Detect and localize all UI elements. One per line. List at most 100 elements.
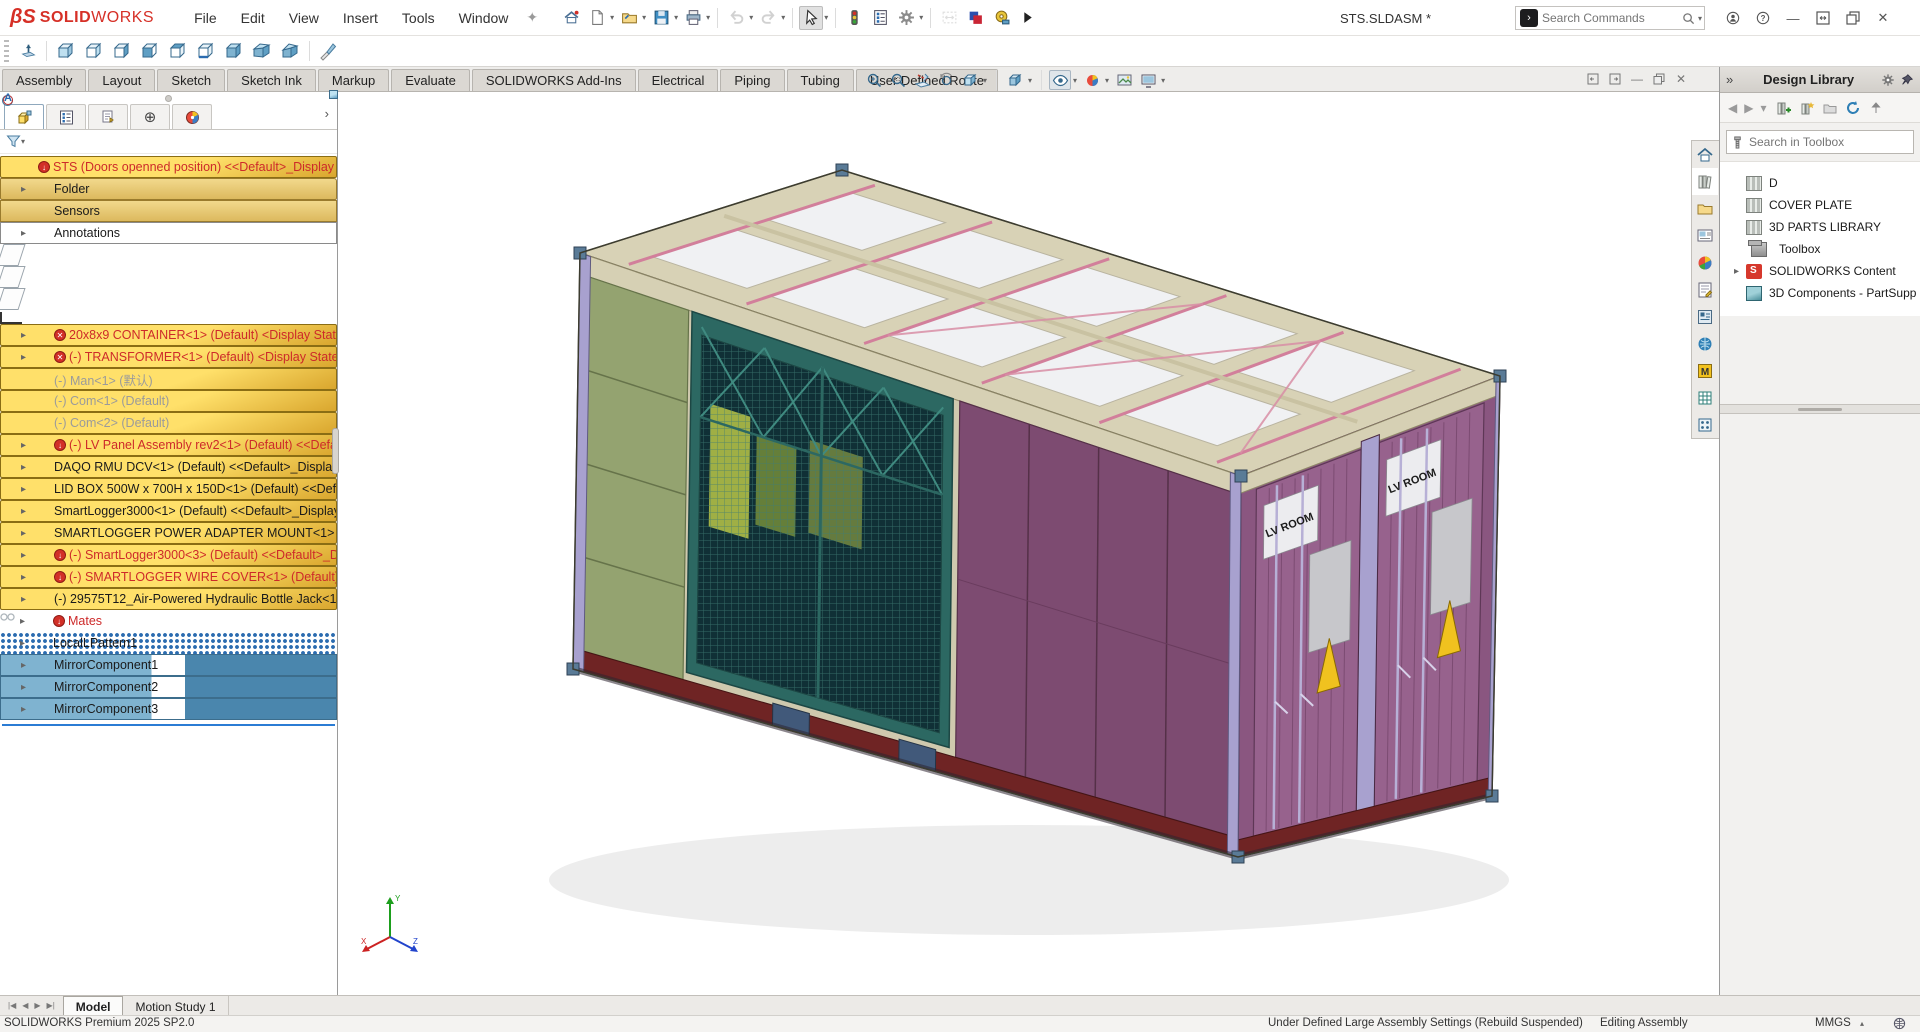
expand-arrow-icon[interactable]: ▸ xyxy=(21,330,34,341)
open-button[interactable] xyxy=(617,6,641,30)
edit-appearance-button[interactable] xyxy=(963,6,987,30)
custom-properties-taskpane-icon[interactable] xyxy=(1692,276,1718,303)
command-tab[interactable]: SOLIDWORKS Add-Ins xyxy=(472,69,636,91)
status-globe-icon[interactable] xyxy=(1893,1017,1906,1032)
file-explorer-taskpane-icon[interactable] xyxy=(1692,195,1718,222)
tree-item[interactable]: ▸ ✕ ↓ (-) Man<1> (默认) xyxy=(0,368,337,390)
section-view-button[interactable] xyxy=(911,70,933,90)
forward-button[interactable]: ▶ xyxy=(1744,101,1753,115)
expand-arrow-icon[interactable]: ▸ xyxy=(20,638,33,649)
expand-arrow-icon[interactable]: ▸ xyxy=(21,682,34,693)
tree-item[interactable]: ▸ ✕ ↓ Sensors xyxy=(0,200,337,222)
zoom-to-fit-button[interactable] xyxy=(863,70,885,90)
normal-to-view-button[interactable] xyxy=(16,39,40,63)
tree-item[interactable]: ▸ ✕ ↓ MirrorComponent2 xyxy=(0,676,337,698)
tree-item[interactable]: ▸ ✕ ↓ 20x8x9 CONTAINER<1> (Default) <Dis… xyxy=(0,324,337,346)
front-view-button[interactable] xyxy=(55,40,77,62)
search-toolbox-input[interactable] xyxy=(1749,135,1909,149)
menu-item[interactable]: Edit xyxy=(229,4,277,32)
search-commands-input[interactable] xyxy=(1542,11,1682,25)
document-close-button[interactable]: ✕ xyxy=(1673,71,1689,87)
tree-item[interactable]: ▸ ✕ ↓ (-) TRANSFORMER<1> (Default) <Disp… xyxy=(0,346,337,368)
command-tab[interactable]: Evaluate xyxy=(391,69,470,91)
help-button[interactable]: ? xyxy=(1748,3,1778,33)
tree-item[interactable]: ▸ ✕ ↓ Right Plane xyxy=(0,288,26,310)
command-tab[interactable]: Electrical xyxy=(638,69,719,91)
toolbox-search[interactable] xyxy=(1726,130,1914,154)
measure-tool-button[interactable] xyxy=(989,6,1013,30)
left-view-button[interactable] xyxy=(111,40,133,62)
library-item[interactable]: ▸ D xyxy=(1720,172,1920,194)
home-button[interactable] xyxy=(559,6,583,30)
dimension-tool-button[interactable] xyxy=(937,6,961,30)
units-caret-icon[interactable]: ▴ xyxy=(1860,1019,1864,1028)
edit-appearance-hud-button[interactable] xyxy=(1081,70,1103,90)
panel-expand-chevron-icon[interactable]: › xyxy=(317,104,337,129)
close-button[interactable]: ✕ xyxy=(1868,3,1898,33)
open-caret-icon[interactable]: ▾ xyxy=(642,13,646,22)
menu-item[interactable]: View xyxy=(277,4,331,32)
scroll-prev-icon[interactable]: ◀ xyxy=(20,1000,30,1011)
menu-item[interactable]: Window xyxy=(447,4,521,32)
bottom-view-button[interactable] xyxy=(195,40,217,62)
select-tool-caret-icon[interactable]: ▾ xyxy=(824,13,828,22)
expand-arrow-icon[interactable]: ▸ xyxy=(21,228,34,239)
create-folder-button[interactable] xyxy=(1822,100,1838,116)
rebuild-button[interactable] xyxy=(842,6,866,30)
tab-dimxpert-manager[interactable]: ⊕ xyxy=(130,104,170,129)
file-properties-button[interactable] xyxy=(868,6,892,30)
tree-item[interactable]: ▸ ✕ ↓ Top Plane xyxy=(0,266,26,288)
new-document-caret-icon[interactable]: ▾ xyxy=(610,13,614,22)
expand-arrow-icon[interactable]: ▸ xyxy=(21,572,34,583)
property-manager-splitter[interactable] xyxy=(0,92,337,104)
pin-menubar-icon[interactable]: ✦ xyxy=(526,9,538,26)
hide-show-items-button[interactable] xyxy=(1049,70,1071,90)
new-document-button[interactable] xyxy=(585,6,609,30)
search-icon[interactable] xyxy=(1682,12,1695,25)
electrical-symbols-taskpane-icon[interactable] xyxy=(1692,303,1718,330)
scroll-first-icon[interactable]: |◀ xyxy=(6,1000,18,1011)
command-tab[interactable]: Sketch xyxy=(157,69,225,91)
3dexperience-taskpane-icon[interactable] xyxy=(1692,330,1718,357)
minimize-button[interactable]: — xyxy=(1778,3,1808,33)
command-tab[interactable]: Sketch Ink xyxy=(227,69,316,91)
view-orientation-caret-icon[interactable]: ▾ xyxy=(983,76,987,85)
expand-arrow-icon[interactable]: ▸ xyxy=(21,704,34,715)
undo-caret-icon[interactable]: ▾ xyxy=(749,13,753,22)
command-tab[interactable]: Piping xyxy=(720,69,784,91)
tab-configuration-manager[interactable] xyxy=(88,104,128,129)
expand-arrow-icon[interactable]: ▸ xyxy=(21,660,34,671)
menu-item[interactable]: Tools xyxy=(390,4,447,32)
tree-item[interactable]: ▸ ✕ ↓ (-) SMARTLOGGER WIRE COVER<1> (Def… xyxy=(0,566,337,588)
view-settings-button[interactable] xyxy=(1137,70,1159,90)
add-file-location-button[interactable] xyxy=(1799,100,1815,116)
view-palette-taskpane-icon[interactable] xyxy=(1692,222,1718,249)
tree-item[interactable]: ▸ ✕ ↓ SMARTLOGGER POWER ADAPTER MOUNT<1>… xyxy=(0,522,337,544)
tree-item[interactable]: ▸ ✕ ↓ (-) SmartLogger3000<3> (Default) <… xyxy=(0,544,337,566)
move-up-button[interactable] xyxy=(1868,100,1884,116)
tree-item[interactable]: ▸ ✕ ↓ Front Plane xyxy=(0,244,26,266)
appearance-caret-icon[interactable]: ▾ xyxy=(1105,76,1109,85)
view-settings-caret-icon[interactable]: ▾ xyxy=(1161,76,1165,85)
top-view-button[interactable] xyxy=(167,40,189,62)
redo-caret-icon[interactable]: ▾ xyxy=(781,13,785,22)
history-caret-icon[interactable]: ▾ xyxy=(1760,101,1766,115)
rotate-view-button[interactable] xyxy=(935,70,957,90)
back-button[interactable]: ◀ xyxy=(1728,101,1737,115)
tab-display-manager[interactable] xyxy=(172,104,212,129)
command-tab[interactable]: Layout xyxy=(88,69,155,91)
apply-scene-button[interactable] xyxy=(1113,70,1135,90)
apply-appearance-brush-button[interactable] xyxy=(316,39,340,63)
graphics-viewport[interactable]: LV ROOMLV ROOM Y X Z xyxy=(339,92,1691,995)
tree-item[interactable]: ▸ ✕ ↓ LID BOX 500W x 700H x 150D<1> (Def… xyxy=(0,478,337,500)
scroll-next-icon[interactable]: ▶ xyxy=(32,1000,42,1011)
tree-item[interactable]: ▸ ✕ ↓ (-) LV Panel Assembly rev2<1> (Def… xyxy=(0,434,337,456)
library-item[interactable]: ▸ 3D PARTS LIBRARY xyxy=(1720,216,1920,238)
container-assembly-model[interactable]: LV ROOMLV ROOM xyxy=(339,92,1691,995)
dimetric-view-button[interactable] xyxy=(279,40,301,62)
right-view-button[interactable] xyxy=(139,40,161,62)
tree-item[interactable]: ▸ ✕ ↓ Mates xyxy=(0,610,337,632)
display-style-caret-icon[interactable]: ▾ xyxy=(1028,76,1032,85)
tab-feature-manager[interactable] xyxy=(4,104,44,129)
trimetric-view-button[interactable] xyxy=(251,40,273,62)
